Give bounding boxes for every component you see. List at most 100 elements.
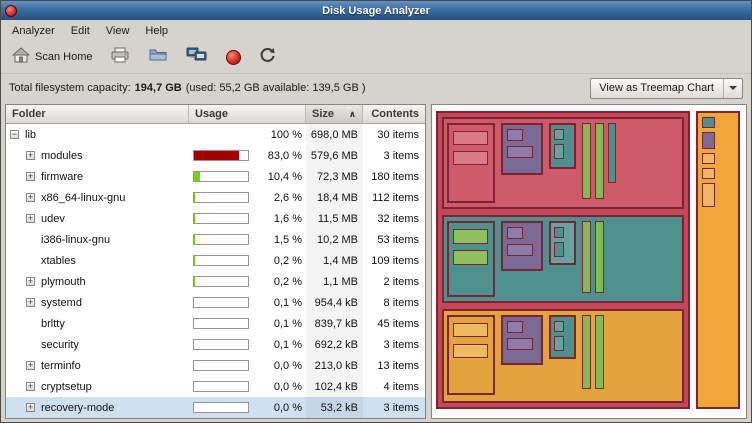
table-row[interactable]: xtables0,2 %1,4 MB109 items <box>6 250 425 271</box>
treemap-rect[interactable] <box>595 221 604 293</box>
treemap-rect[interactable] <box>554 144 564 159</box>
treemap-rect[interactable] <box>554 321 564 332</box>
treemap-rect[interactable] <box>554 129 564 140</box>
expander-toggle[interactable]: + <box>26 193 35 202</box>
treemap-rect[interactable] <box>507 227 523 239</box>
usage-percent: 0,2 % <box>274 276 302 288</box>
refresh-button[interactable] <box>256 44 279 70</box>
table-row[interactable]: +systemd0,1 %954,4 kB8 items <box>6 292 425 313</box>
contents-value: 32 items <box>363 208 425 229</box>
usage-bar <box>193 276 249 287</box>
treemap-rect[interactable] <box>453 229 488 244</box>
size-value: 839,7 kB <box>306 313 363 334</box>
treemap-chart[interactable] <box>432 105 746 418</box>
folder-name: systemd <box>41 297 82 309</box>
expander-toggle[interactable]: + <box>26 298 35 307</box>
treemap-rect[interactable] <box>554 336 564 351</box>
usage-percent: 1,5 % <box>274 234 302 246</box>
size-value: 11,5 MB <box>306 208 363 229</box>
treemap-rect[interactable] <box>507 244 533 256</box>
treemap-rect[interactable] <box>453 323 488 337</box>
treemap-rect[interactable] <box>582 315 591 389</box>
treemap-rect[interactable] <box>507 129 523 141</box>
table-row[interactable]: +cryptsetup0,0 %102,4 kB4 items <box>6 376 425 397</box>
treemap-rect[interactable] <box>702 183 715 207</box>
treemap-rect[interactable] <box>453 151 488 165</box>
folder-name: udev <box>41 213 65 225</box>
table-row[interactable]: +x86_64-linux-gnu2,6 %18,4 MB112 items <box>6 187 425 208</box>
scan-home-label: Scan Home <box>35 51 92 63</box>
capacity-bar: Total filesystem capacity: 194,7 GB (use… <box>1 74 751 102</box>
treemap-rect[interactable] <box>608 123 616 183</box>
size-value: 579,6 MB <box>306 145 363 166</box>
treemap-rect[interactable] <box>702 168 715 179</box>
scan-remote-folder-button[interactable] <box>183 44 211 70</box>
column-header-folder-label: Folder <box>12 108 46 120</box>
column-header-usage[interactable]: Usage <box>189 105 306 123</box>
expander-toggle[interactable]: + <box>26 151 35 160</box>
size-value: 53,2 kB <box>306 397 363 418</box>
treemap-rect[interactable] <box>507 338 533 350</box>
stop-button[interactable] <box>223 48 244 67</box>
table-row[interactable]: i386-linux-gnu1,5 %10,2 MB53 items <box>6 229 425 250</box>
treemap-rect[interactable] <box>702 153 715 164</box>
expander-toggle[interactable]: + <box>26 403 35 412</box>
network-computers-icon <box>186 46 208 68</box>
column-header-size[interactable]: Size ∧ <box>306 105 363 123</box>
treemap-rect[interactable] <box>453 131 488 145</box>
expander-toggle[interactable]: − <box>10 130 19 139</box>
table-row[interactable]: −lib100 %698,0 MB30 items <box>6 124 425 145</box>
size-value: 692,2 kB <box>306 334 363 355</box>
treemap-rect[interactable] <box>453 344 488 358</box>
table-row[interactable]: +terminfo0,0 %213,0 kB13 items <box>6 355 425 376</box>
treemap-rect[interactable] <box>595 315 604 389</box>
size-value: 698,0 MB <box>306 124 363 145</box>
treemap-rect[interactable] <box>554 242 564 257</box>
column-header-contents[interactable]: Contents <box>363 105 425 123</box>
menu-help[interactable]: Help <box>137 22 176 40</box>
scan-folder-button[interactable] <box>145 45 171 70</box>
treemap-rect[interactable] <box>453 250 488 265</box>
treemap-rect[interactable] <box>507 146 533 158</box>
table-row[interactable]: +udev1,6 %11,5 MB32 items <box>6 208 425 229</box>
menu-edit[interactable]: Edit <box>63 22 98 40</box>
size-value: 10,2 MB <box>306 229 363 250</box>
view-as-dropdown[interactable]: View as Treemap Chart <box>590 78 743 99</box>
treemap-rect[interactable] <box>702 117 715 128</box>
capacity-details: (used: 55,2 GB available: 139,5 GB ) <box>186 82 366 94</box>
expander-toggle[interactable]: + <box>26 172 35 181</box>
expander-toggle[interactable]: + <box>26 382 35 391</box>
menu-analyzer[interactable]: Analyzer <box>4 22 63 40</box>
table-row[interactable]: +recovery-mode0,0 %53,2 kB3 items <box>6 397 425 418</box>
treemap-rect[interactable] <box>554 227 564 238</box>
usage-bar <box>193 381 249 392</box>
treemap-rect[interactable] <box>702 132 715 149</box>
table-row[interactable]: +modules83,0 %579,6 MB3 items <box>6 145 425 166</box>
treemap-rect[interactable] <box>582 123 591 199</box>
column-header-folder[interactable]: Folder <box>6 105 189 123</box>
treemap-rect[interactable] <box>507 321 523 333</box>
folder-name: firmware <box>41 171 83 183</box>
treemap-rect[interactable] <box>595 123 604 199</box>
title-bar[interactable]: Disk Usage Analyzer <box>1 1 751 20</box>
contents-value: 8 items <box>363 292 425 313</box>
window-title: Disk Usage Analyzer <box>1 5 751 17</box>
table-row[interactable]: security0,1 %692,2 kB3 items <box>6 334 425 355</box>
expander-toggle[interactable]: + <box>26 214 35 223</box>
scan-filesystem-button[interactable] <box>107 45 133 70</box>
treemap-rect[interactable] <box>582 221 591 293</box>
table-row[interactable]: brltty0,1 %839,7 kB45 items <box>6 313 425 334</box>
table-row[interactable]: +firmware10,4 %72,3 MB180 items <box>6 166 425 187</box>
scan-home-button[interactable]: Scan Home <box>9 45 95 70</box>
table-row[interactable]: +plymouth0,2 %1,1 MB2 items <box>6 271 425 292</box>
app-icon <box>5 5 17 17</box>
usage-percent: 83,0 % <box>268 150 302 162</box>
folder-name: lib <box>25 129 36 141</box>
contents-value: 30 items <box>363 124 425 145</box>
capacity-total: 194,7 GB <box>135 82 182 94</box>
expander-toggle[interactable]: + <box>26 361 35 370</box>
size-value: 102,4 kB <box>306 376 363 397</box>
menu-view[interactable]: View <box>98 22 138 40</box>
expander-toggle[interactable]: + <box>26 277 35 286</box>
usage-percent: 0,0 % <box>274 381 302 393</box>
